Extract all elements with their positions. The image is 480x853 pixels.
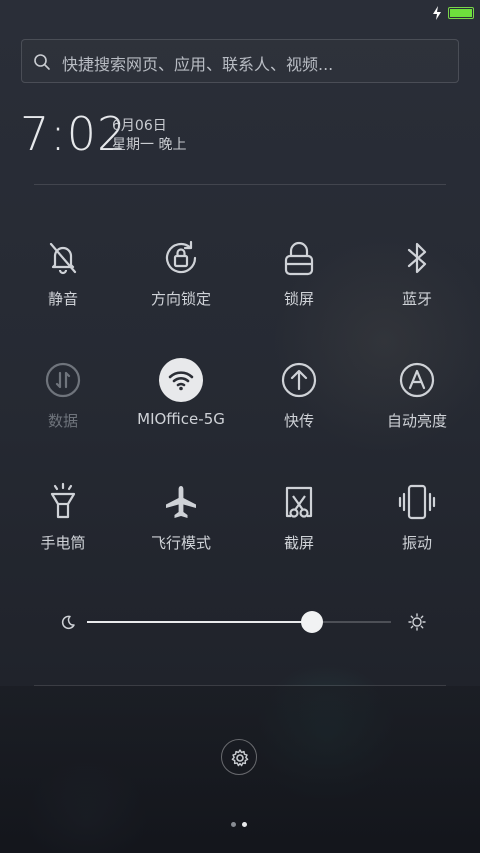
search-bar[interactable]: 快捷搜索网页、应用、联系人、视频... [21, 39, 459, 83]
toggle-airplane-mode[interactable]: 飞行模式 [122, 480, 240, 590]
gear-icon [231, 749, 249, 767]
toggle-screenshot[interactable]: 截屏 [240, 480, 358, 590]
clock-weekday: 星期一 晚上 [112, 137, 187, 153]
status-bar [0, 0, 480, 26]
battery-level-fill [450, 9, 472, 17]
bell-off-icon [49, 242, 77, 275]
toggle-bluetooth-label: 蓝牙 [401, 290, 432, 308]
auto-brightness-icon [399, 362, 435, 398]
toggle-wifi[interactable]: MIOffice-5G [122, 358, 240, 468]
toggle-airplane-mode-label: 飞行模式 [150, 534, 211, 552]
upload-icon [281, 362, 317, 398]
search-placeholder: 快捷搜索网页、应用、联系人、视频... [62, 55, 334, 74]
toggle-wifi-label: MIOffice-5G [137, 410, 225, 428]
toggle-auto-brightness[interactable]: 自动亮度 [358, 358, 476, 468]
bluetooth-icon [407, 242, 427, 274]
toggle-quick-transfer[interactable]: 快传 [240, 358, 358, 468]
toggle-lock-screen-label: 锁屏 [283, 290, 314, 308]
rotation-lock-icon [165, 240, 197, 274]
toggle-auto-brightness-label: 自动亮度 [386, 412, 447, 430]
brightness-track[interactable] [87, 621, 391, 623]
toggle-flashlight-label: 手电筒 [40, 534, 86, 552]
toggle-screenshot-label: 截屏 [283, 534, 314, 552]
toggle-lock-screen[interactable]: 锁屏 [240, 236, 358, 346]
wifi-icon [168, 371, 194, 391]
page-indicator [231, 812, 253, 831]
wifi-active-indicator [159, 358, 203, 402]
toggle-mobile-data-label: 数据 [47, 412, 78, 430]
toggle-silent[interactable]: 静音 [4, 236, 122, 346]
charging-bolt-icon [433, 6, 441, 20]
toggle-quick-transfer-label: 快传 [283, 412, 314, 430]
mobile-data-icon [45, 362, 81, 398]
toggle-bluetooth[interactable]: 蓝牙 [358, 236, 476, 346]
flashlight-icon [50, 482, 76, 519]
brightness-fill [87, 621, 312, 623]
toggle-flashlight[interactable]: 手电筒 [4, 480, 122, 590]
settings-button[interactable] [221, 739, 257, 775]
lock-icon [284, 241, 314, 276]
toggle-vibrate[interactable]: 振动 [358, 480, 476, 590]
moon-icon [61, 615, 75, 630]
screenshot-icon [285, 486, 313, 518]
divider-bottom [34, 685, 446, 686]
page-dot-1[interactable] [231, 822, 236, 827]
sun-icon [408, 613, 426, 631]
battery-icon [448, 7, 474, 19]
search-icon [34, 54, 50, 70]
toggle-mobile-data[interactable]: 数据 [4, 358, 122, 468]
clock-date: 6月06日 [112, 118, 167, 134]
toggle-vibrate-label: 振动 [401, 534, 432, 552]
vibrate-icon [398, 484, 436, 520]
toggle-silent-label: 静音 [47, 290, 78, 308]
page-dot-2[interactable] [242, 822, 247, 827]
toggle-rotation-lock[interactable]: 方向锁定 [122, 236, 240, 346]
airplane-icon [166, 486, 196, 518]
divider-top [34, 184, 446, 185]
toggle-rotation-lock-label: 方向锁定 [150, 290, 211, 308]
brightness-thumb[interactable] [300, 611, 323, 633]
brightness-slider[interactable] [56, 608, 426, 636]
